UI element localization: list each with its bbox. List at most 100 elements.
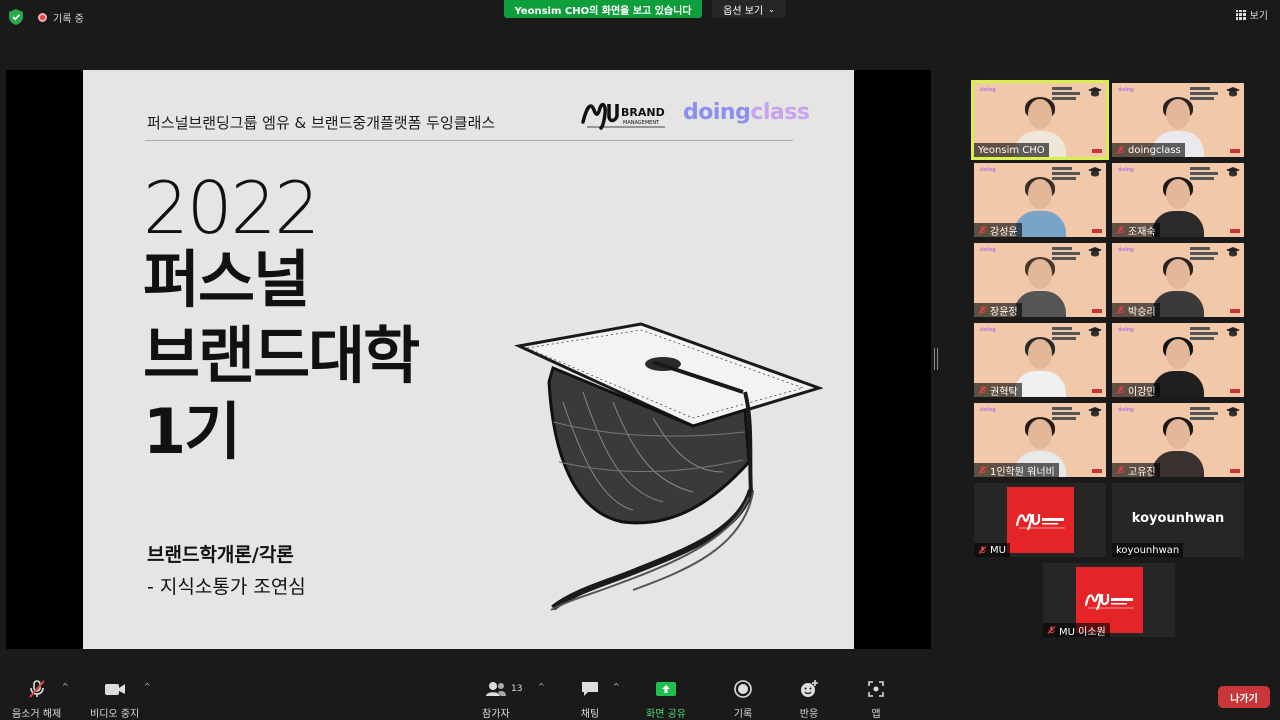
shared-slide-thumbnail-mark [1092, 309, 1102, 313]
view-label: 보기 [1249, 11, 1268, 22]
participant-tile[interactable]: MU 이소원 [1043, 563, 1175, 638]
graduation-cap-illustration [514, 322, 823, 611]
reactions-label: 반응 [799, 709, 819, 720]
participant-tile[interactable]: doing 장윤정 [974, 243, 1106, 317]
shared-slide-thumbnail: doing [980, 247, 996, 253]
participant-name-tag: 이강민 [1112, 383, 1160, 397]
mu-avatar [1007, 487, 1074, 553]
shared-slide-thumbnail: doing [980, 407, 996, 413]
chat-button[interactable]: 채팅 [578, 678, 602, 720]
presentation-slide: 퍼스널브랜딩그룹 엠유 & 브랜드중개플랫폼 두잉클래스 BRAND MANAG… [83, 70, 854, 649]
microphone-muted-icon [978, 226, 987, 234]
slide-header: 퍼스널브랜딩그룹 엠유 & 브랜드중개플랫폼 두잉클래스 [147, 114, 496, 132]
stop-video-button[interactable]: 비디오 중지 [90, 678, 139, 720]
svg-text:BRAND: BRAND [621, 106, 665, 119]
svg-text:MANAGEMENT: MANAGEMENT [623, 120, 660, 126]
shared-slide-thumbnail: doing [1118, 327, 1134, 333]
participant-tile[interactable]: MU [974, 483, 1106, 557]
reactions-button[interactable]: 반응 [797, 678, 821, 720]
recording-label: 기록 중 [53, 14, 84, 25]
participant-tile[interactable]: doing 권혁탁 [974, 323, 1106, 397]
unmute-label: 음소거 해제 [12, 709, 62, 720]
participant-video [1152, 177, 1204, 237]
chat-label: 채팅 [580, 709, 600, 720]
share-screen-button[interactable]: 화면 공유 [646, 678, 686, 720]
participant-tile[interactable]: doing 1인학원 워너비 [974, 403, 1106, 477]
smile-plus-icon [797, 678, 821, 700]
panel-resize-handle[interactable] [934, 348, 938, 370]
participant-tile[interactable]: doing 이강민 [1112, 323, 1244, 397]
participant-name: 권혁탁 [990, 386, 1018, 398]
slide-divider [145, 140, 793, 141]
participant-tile[interactable]: doing Yeonsim CHO [971, 80, 1109, 160]
participant-name: MU 이소원 [1059, 626, 1106, 638]
participant-name: 고유진 [1128, 466, 1156, 478]
shared-slide-thumbnail-mark [1230, 149, 1240, 153]
microphone-muted-icon [1116, 306, 1125, 314]
participants-options-chevron-icon[interactable]: ^ [538, 682, 545, 691]
participant-name: 1인학원 워너비 [990, 466, 1055, 478]
participant-name: 조재숙 [1128, 226, 1156, 238]
participant-video [1152, 337, 1204, 397]
shared-screen[interactable]: 퍼스널브랜딩그룹 엠유 & 브랜드중개플랫폼 두잉클래스 BRAND MANAG… [6, 70, 931, 649]
video-options-chevron-icon[interactable]: ^ [144, 682, 151, 691]
participant-tile[interactable]: doing 조재숙 [1112, 163, 1244, 237]
share-screen-icon [654, 678, 678, 700]
participant-tile[interactable]: koyounhwan koyounhwan [1112, 483, 1244, 557]
record-button[interactable]: 기록 [731, 678, 755, 720]
shared-slide-thumbnail: doing [980, 87, 996, 93]
slide-presenter: - 지식소통가 조연심 [147, 576, 306, 598]
microphone-muted-icon [1116, 386, 1125, 394]
record-dot-icon [38, 13, 47, 22]
mu-brand-logo: BRAND MANAGEMENT [581, 102, 665, 130]
participant-name: doingclass [1128, 144, 1181, 156]
shield-icon[interactable] [9, 9, 23, 25]
slide-title-line: 퍼스널 [143, 243, 310, 316]
shared-slide-thumbnail-mark [1230, 389, 1240, 393]
participant-name: Yeonsim CHO [978, 144, 1045, 156]
chat-bubble-icon [578, 678, 602, 700]
participants-button[interactable]: 참가자 [482, 678, 510, 720]
recording-indicator[interactable]: 기록 중 [38, 10, 84, 25]
view-options-button[interactable]: 옵션 보기 ⌄ [712, 0, 786, 18]
microphone-muted-icon [1116, 146, 1125, 154]
participant-tile[interactable]: doing 강성윤 [974, 163, 1106, 237]
participant-tile[interactable]: doing 박승리 [1112, 243, 1244, 317]
unmute-button[interactable]: 음소거 해제 [12, 678, 61, 720]
audio-options-chevron-icon[interactable]: ^ [62, 682, 69, 691]
participant-video [1014, 257, 1066, 317]
slide-title-line: 1기 [143, 395, 241, 468]
view-button[interactable]: 보기 [1235, 7, 1268, 22]
participant-name-tag: 고유진 [1112, 463, 1160, 477]
leave-meeting-button[interactable]: 나가기 [1218, 686, 1270, 708]
participants-label: 참가자 [482, 709, 510, 720]
apps-label: 앱 [871, 709, 881, 720]
slide-year: 2022 [143, 166, 320, 250]
participant-name-tag: 박승리 [1112, 303, 1160, 317]
shared-slide-thumbnail: doing [1118, 407, 1134, 413]
meeting-toolbar: 음소거 해제 ^ 비디오 중지 ^ 참가자 13 ^ 채팅 ^ 화면 공유 기록… [0, 672, 1280, 720]
participant-name-tag: 1인학원 워너비 [974, 463, 1059, 477]
grid-view-icon [1235, 9, 1246, 20]
stop-video-label: 비디오 중지 [90, 709, 140, 720]
apps-button[interactable]: 앱 [864, 678, 888, 720]
shared-slide-thumbnail-mark [1230, 229, 1240, 233]
participant-name-tag: doingclass [1112, 143, 1185, 157]
shared-slide-thumbnail-mark [1092, 229, 1102, 233]
participant-name: koyounhwan [1116, 544, 1180, 556]
slide-subtitle: 브랜드학개론/각론 [147, 544, 294, 566]
shared-slide-thumbnail-mark [1092, 149, 1102, 153]
participant-tile[interactable]: doing 고유진 [1112, 403, 1244, 477]
participant-name-tag: 장윤정 [974, 303, 1022, 317]
participant-name-tag: MU 이소원 [1043, 623, 1110, 638]
participants-icon [484, 678, 508, 700]
shared-slide-thumbnail: doing [1118, 87, 1134, 93]
chat-options-chevron-icon[interactable]: ^ [613, 682, 620, 691]
participant-tile[interactable]: doing doingclass [1112, 83, 1244, 157]
shared-slide-thumbnail-mark [1230, 469, 1240, 473]
doingclass-logo: doingclass [683, 100, 810, 125]
participant-name-tag: koyounhwan [1112, 543, 1184, 557]
apps-icon [864, 678, 888, 700]
shared-slide-thumbnail-mark [1092, 389, 1102, 393]
participant-video [1152, 257, 1204, 317]
